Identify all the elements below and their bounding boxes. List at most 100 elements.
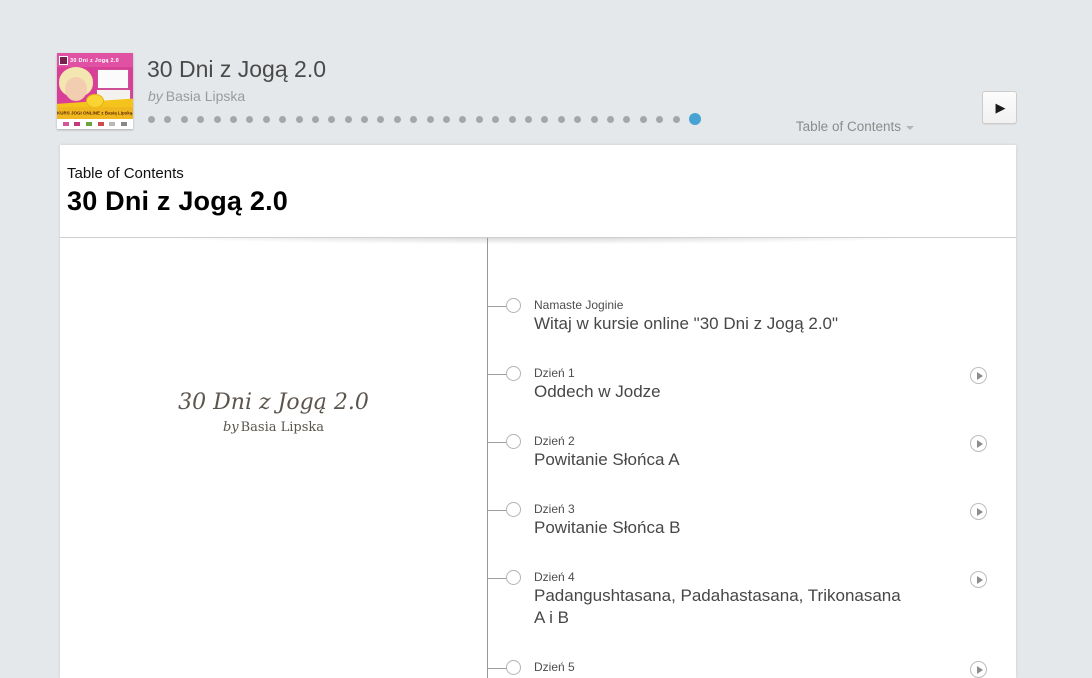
progress-dot[interactable] <box>394 116 401 123</box>
next-lecture-play-button[interactable]: ▶ <box>982 91 1017 124</box>
lesson-title[interactable]: Witaj w kursie online "30 Dni z Jogą 2.0… <box>534 313 914 335</box>
thumbnail-card-graphic <box>98 70 128 88</box>
progress-dot[interactable] <box>263 116 270 123</box>
progress-dot[interactable] <box>476 116 483 123</box>
lesson-row[interactable]: Dzień 2 Powitanie Słońca A <box>488 427 1016 471</box>
sponsor-logo-icon <box>98 122 104 126</box>
lesson-list: Namaste Joginie Witaj w kursie online "3… <box>487 238 1016 678</box>
lesson-play-icon[interactable] <box>970 435 987 452</box>
lesson-label: Namaste Joginie <box>534 291 1016 313</box>
progress-dot[interactable] <box>164 116 171 123</box>
progress-dot[interactable] <box>410 116 417 123</box>
lesson-row[interactable]: Dzień 5 Parsvakonasana A i B <box>488 653 1016 678</box>
toc-dropdown[interactable]: Table of Contents <box>796 119 914 134</box>
play-icon: ▶ <box>996 101 1006 114</box>
cover-author: byBasia Lipska <box>60 420 487 435</box>
lesson-row[interactable]: Namaste Joginie Witaj w kursie online "3… <box>488 291 1016 335</box>
lesson-row[interactable]: Dzień 4 Padangushtasana, Padahastasana, … <box>488 563 1016 629</box>
cover-block: 30 Dni z Jogą 2.0 byBasia Lipska <box>60 390 487 435</box>
progress-dot[interactable] <box>345 116 352 123</box>
toc-title: 30 Dni z Jogą 2.0 <box>67 186 1016 217</box>
author-name: Basia Lipska <box>166 88 245 104</box>
progress-dot[interactable] <box>214 116 221 123</box>
progress-dot[interactable] <box>640 116 647 123</box>
lesson-label: Dzień 4 <box>534 563 1016 585</box>
lesson-status-circle[interactable] <box>506 298 521 313</box>
lesson-status-circle[interactable] <box>506 570 521 585</box>
lesson-progress-dots[interactable] <box>148 112 701 126</box>
course-thumbnail[interactable]: 30 Dni z Jogą 2.0 KURS JOGI ONLINE z Bas… <box>57 53 133 129</box>
cover-column: 30 Dni z Jogą 2.0 byBasia Lipska <box>60 238 487 678</box>
play-triangle-icon <box>977 666 983 674</box>
sponsor-logo-icon <box>74 122 80 126</box>
progress-dot[interactable] <box>509 116 516 123</box>
lesson-label: Dzień 5 <box>534 653 1016 675</box>
progress-dot[interactable] <box>623 116 630 123</box>
progress-dot[interactable] <box>230 116 237 123</box>
lesson-status-circle[interactable] <box>506 366 521 381</box>
timeline-tick <box>488 668 507 669</box>
timeline-tick <box>488 442 507 443</box>
lesson-title[interactable]: Powitanie Słońca A <box>534 449 914 471</box>
lesson-title[interactable]: Oddech w Jodze <box>534 381 914 403</box>
timeline-tick <box>488 510 507 511</box>
thumbnail-starburst-icon <box>87 95 103 107</box>
lesson-play-icon[interactable] <box>970 503 987 520</box>
course-title: 30 Dni z Jogą 2.0 <box>147 56 326 83</box>
play-triangle-icon <box>977 508 983 516</box>
lesson-status-circle[interactable] <box>506 660 521 675</box>
progress-dot[interactable] <box>148 116 155 123</box>
toc-panel-body: 30 Dni z Jogą 2.0 byBasia Lipska Namaste… <box>60 237 1016 678</box>
progress-dot[interactable] <box>197 116 204 123</box>
progress-dot[interactable] <box>361 116 368 123</box>
progress-dot[interactable] <box>459 116 466 123</box>
progress-dot[interactable] <box>312 116 319 123</box>
course-author: byBasia Lipska <box>148 88 245 104</box>
author-prefix: by <box>148 88 163 104</box>
timeline-tick <box>488 578 507 579</box>
thumbnail-logo-icon <box>59 56 68 65</box>
progress-dot[interactable] <box>377 116 384 123</box>
chevron-down-icon <box>906 126 914 130</box>
sponsor-logo-icon <box>86 122 92 126</box>
toc-panel: Table of Contents 30 Dni z Jogą 2.0 30 D… <box>60 145 1016 678</box>
progress-dot[interactable] <box>443 116 450 123</box>
sponsor-logo-icon <box>109 122 115 126</box>
progress-dot[interactable] <box>492 116 499 123</box>
sponsor-logo-icon <box>121 122 127 126</box>
progress-dot[interactable] <box>656 116 663 123</box>
thumbnail-title-text: 30 Dni z Jogą 2.0 <box>70 57 119 63</box>
lesson-play-icon[interactable] <box>970 571 987 588</box>
progress-dot-active[interactable] <box>689 113 701 125</box>
lesson-status-circle[interactable] <box>506 434 521 449</box>
progress-dot[interactable] <box>607 116 614 123</box>
progress-dot[interactable] <box>296 116 303 123</box>
lesson-label: Dzień 1 <box>534 359 1016 381</box>
lesson-row[interactable]: Dzień 3 Powitanie Słońca B <box>488 495 1016 539</box>
progress-dot[interactable] <box>181 116 188 123</box>
lesson-status-circle[interactable] <box>506 502 521 517</box>
app-header: 30 Dni z Jogą 2.0 KURS JOGI ONLINE z Bas… <box>0 0 1092 145</box>
progress-dot[interactable] <box>279 116 286 123</box>
progress-dot[interactable] <box>558 116 565 123</box>
lesson-title[interactable]: Padangushtasana, Padahastasana, Trikonas… <box>534 585 914 629</box>
lesson-row[interactable]: Dzień 1 Oddech w Jodze <box>488 359 1016 403</box>
lesson-play-icon[interactable] <box>970 661 987 678</box>
cover-author-name: Basia Lipska <box>241 420 324 435</box>
progress-dot[interactable] <box>673 116 680 123</box>
lesson-play-icon[interactable] <box>970 367 987 384</box>
progress-dot[interactable] <box>246 116 253 123</box>
timeline-tick <box>488 374 507 375</box>
progress-dot[interactable] <box>525 116 532 123</box>
progress-dot[interactable] <box>591 116 598 123</box>
lesson-label: Dzień 3 <box>534 495 1016 517</box>
toc-panel-header: Table of Contents 30 Dni z Jogą 2.0 <box>60 145 1016 237</box>
progress-dot[interactable] <box>328 116 335 123</box>
progress-dot[interactable] <box>541 116 548 123</box>
timeline-tick <box>488 306 507 307</box>
lesson-title[interactable]: Powitanie Słońca B <box>534 517 914 539</box>
play-triangle-icon <box>977 440 983 448</box>
progress-dot[interactable] <box>427 116 434 123</box>
thumbnail-top-bar: 30 Dni z Jogą 2.0 <box>57 53 133 67</box>
progress-dot[interactable] <box>574 116 581 123</box>
